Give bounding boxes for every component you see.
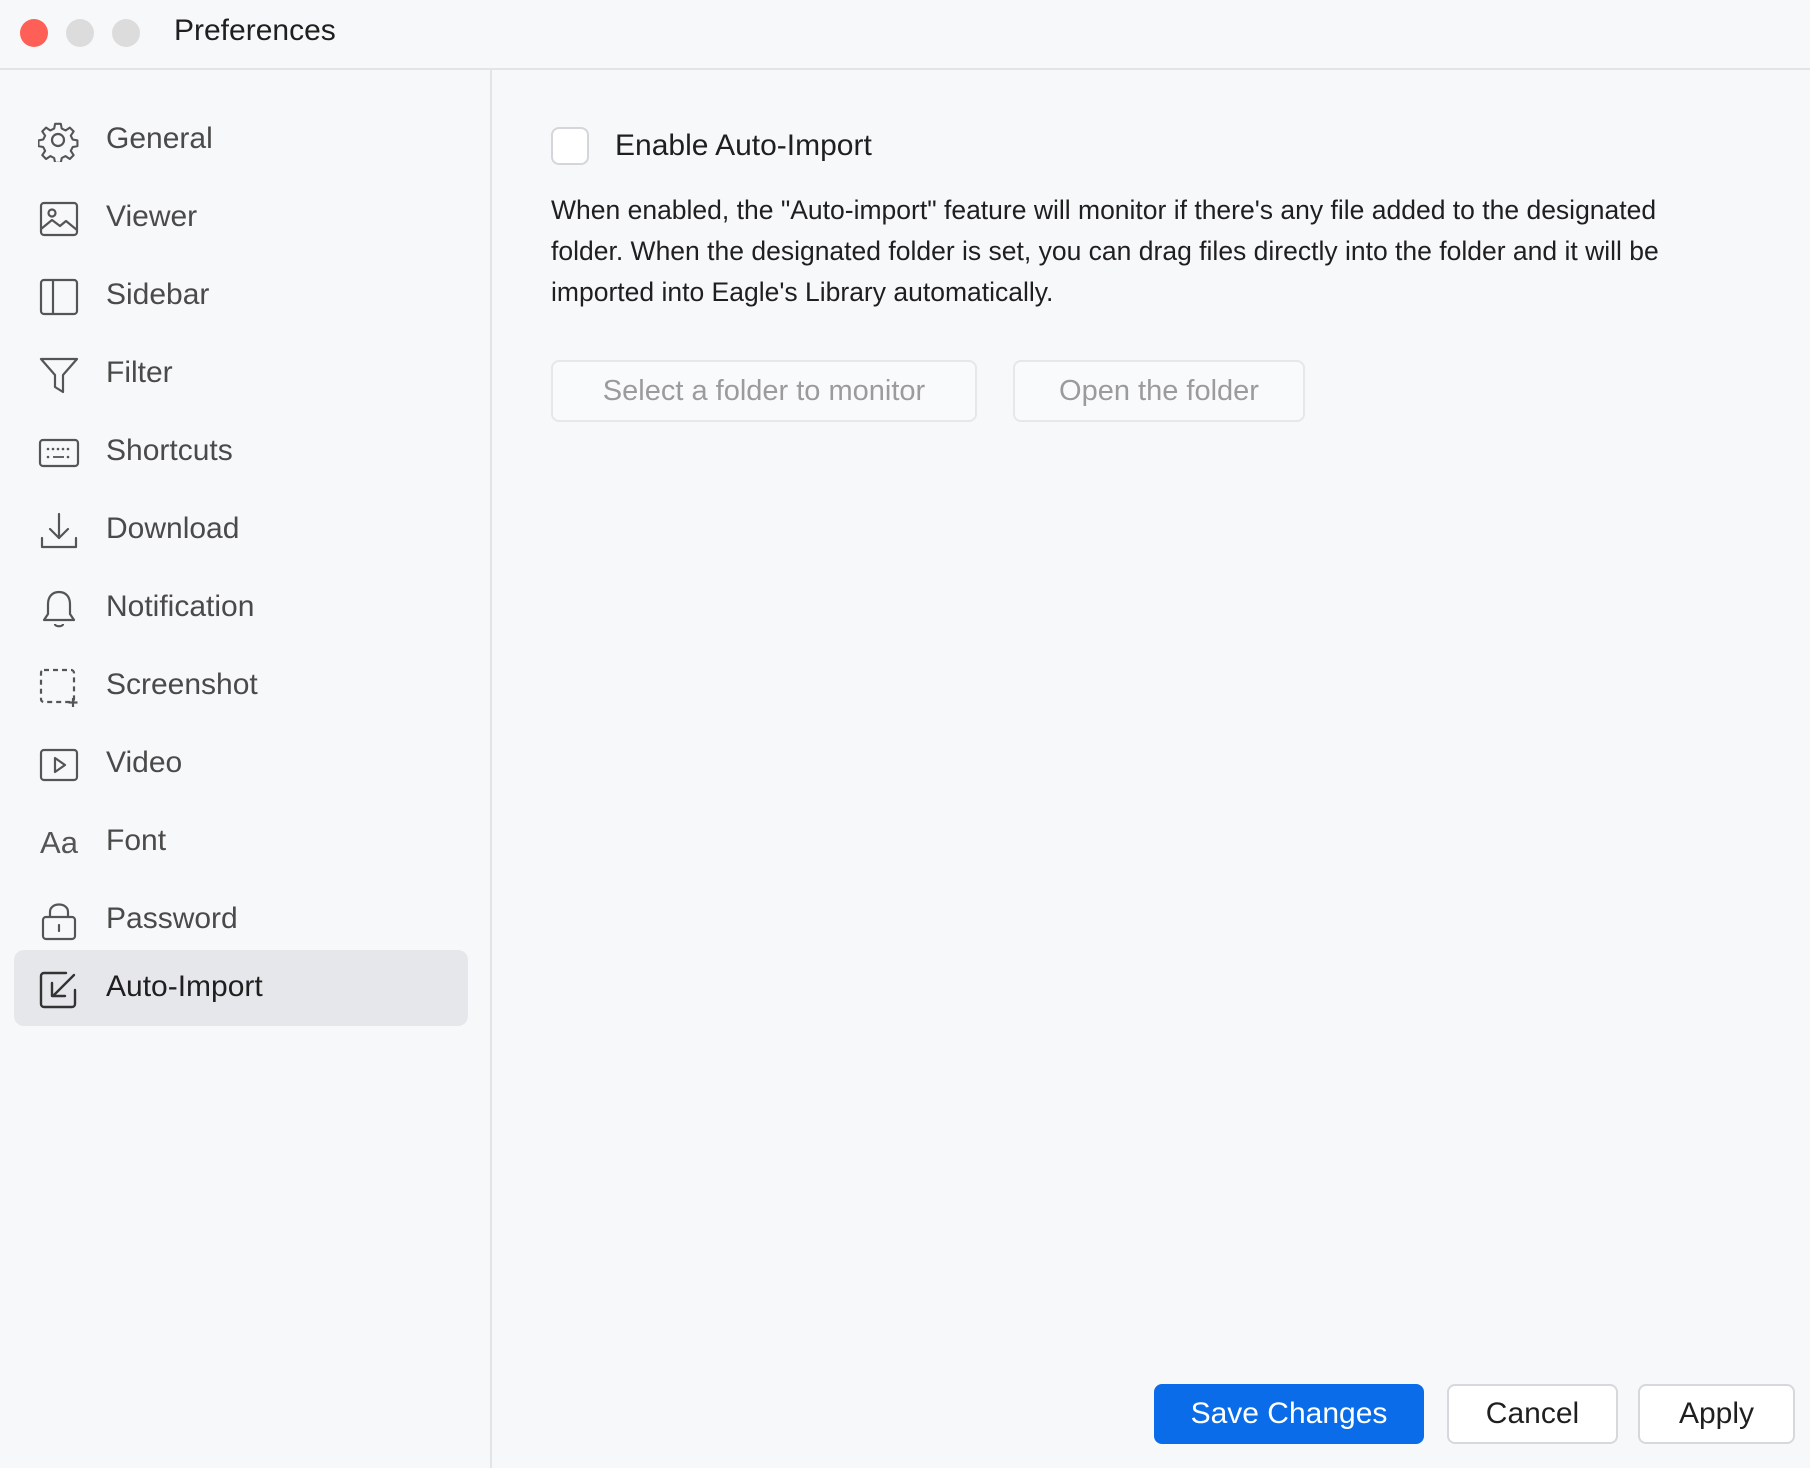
sidebar-item-label: Viewer [106, 200, 198, 233]
title-bar: Preferences [0, 0, 1810, 70]
save-changes-button[interactable]: Save Changes [1154, 1384, 1424, 1444]
sidebar-item-label: Download [106, 512, 240, 545]
sidebar-item-sidebar[interactable]: Sidebar [14, 258, 468, 334]
sidebar-item-label: Video [106, 746, 183, 779]
sidebar-item-auto-import[interactable]: Auto-Import [14, 950, 468, 1026]
image-icon [38, 198, 80, 240]
sidebar-item-download[interactable]: Download [14, 492, 468, 568]
keyboard-icon [38, 432, 80, 474]
sidebar-item-notification[interactable]: Notification [14, 570, 468, 646]
sidebar-item-label: Screenshot [106, 668, 258, 701]
font-icon: Aa [40, 825, 78, 860]
sidebar-item-screenshot[interactable]: Screenshot [14, 648, 468, 724]
sidebar-item-label: Password [106, 902, 238, 935]
apply-button[interactable]: Apply [1638, 1384, 1795, 1444]
cancel-button[interactable]: Cancel [1447, 1384, 1618, 1444]
sidebar-icon [38, 276, 80, 318]
select-folder-button[interactable]: Select a folder to monitor [551, 360, 977, 422]
auto-import-panel: Enable Auto-Import When enabled, the "Au… [492, 70, 1810, 1468]
close-window-button[interactable] [20, 19, 48, 47]
sidebar-item-label: Auto-Import [106, 970, 263, 1003]
sidebar-item-filter[interactable]: Filter [14, 336, 468, 412]
filter-icon [38, 354, 80, 396]
sidebar-item-shortcuts[interactable]: Shortcuts [14, 414, 468, 490]
sidebar-item-font[interactable]: Aa Font [14, 804, 468, 880]
open-folder-button[interactable]: Open the folder [1013, 360, 1305, 422]
sidebar: General Viewer Sidebar Filter Shortcuts … [0, 70, 492, 1468]
download-icon [38, 510, 80, 552]
sidebar-item-label: General [106, 122, 213, 155]
sidebar-item-viewer[interactable]: Viewer [14, 180, 468, 256]
sidebar-item-label: Filter [106, 356, 173, 389]
sidebar-item-video[interactable]: Video [14, 726, 468, 802]
auto-import-description: When enabled, the "Auto-import" feature … [551, 195, 1659, 307]
minimize-window-button[interactable] [66, 19, 94, 47]
auto-import-icon [38, 968, 80, 1010]
gear-icon [38, 120, 80, 162]
video-icon [38, 744, 80, 786]
window-title: Preferences [174, 14, 336, 47]
bell-icon [38, 588, 80, 630]
enable-auto-import-checkbox[interactable] [551, 127, 589, 165]
sidebar-item-general[interactable]: General [14, 102, 468, 178]
enable-auto-import-label[interactable]: Enable Auto-Import [615, 129, 872, 163]
sidebar-item-password[interactable]: Password [14, 882, 468, 958]
screenshot-icon [38, 666, 80, 708]
lock-icon [38, 900, 80, 942]
zoom-window-button[interactable] [112, 19, 140, 47]
sidebar-item-label: Shortcuts [106, 434, 233, 467]
sidebar-item-label: Notification [106, 590, 255, 623]
sidebar-item-label: Sidebar [106, 278, 210, 311]
preferences-window: Preferences General Viewer Sidebar Filte… [0, 0, 1810, 1468]
sidebar-item-label: Font [106, 824, 167, 857]
